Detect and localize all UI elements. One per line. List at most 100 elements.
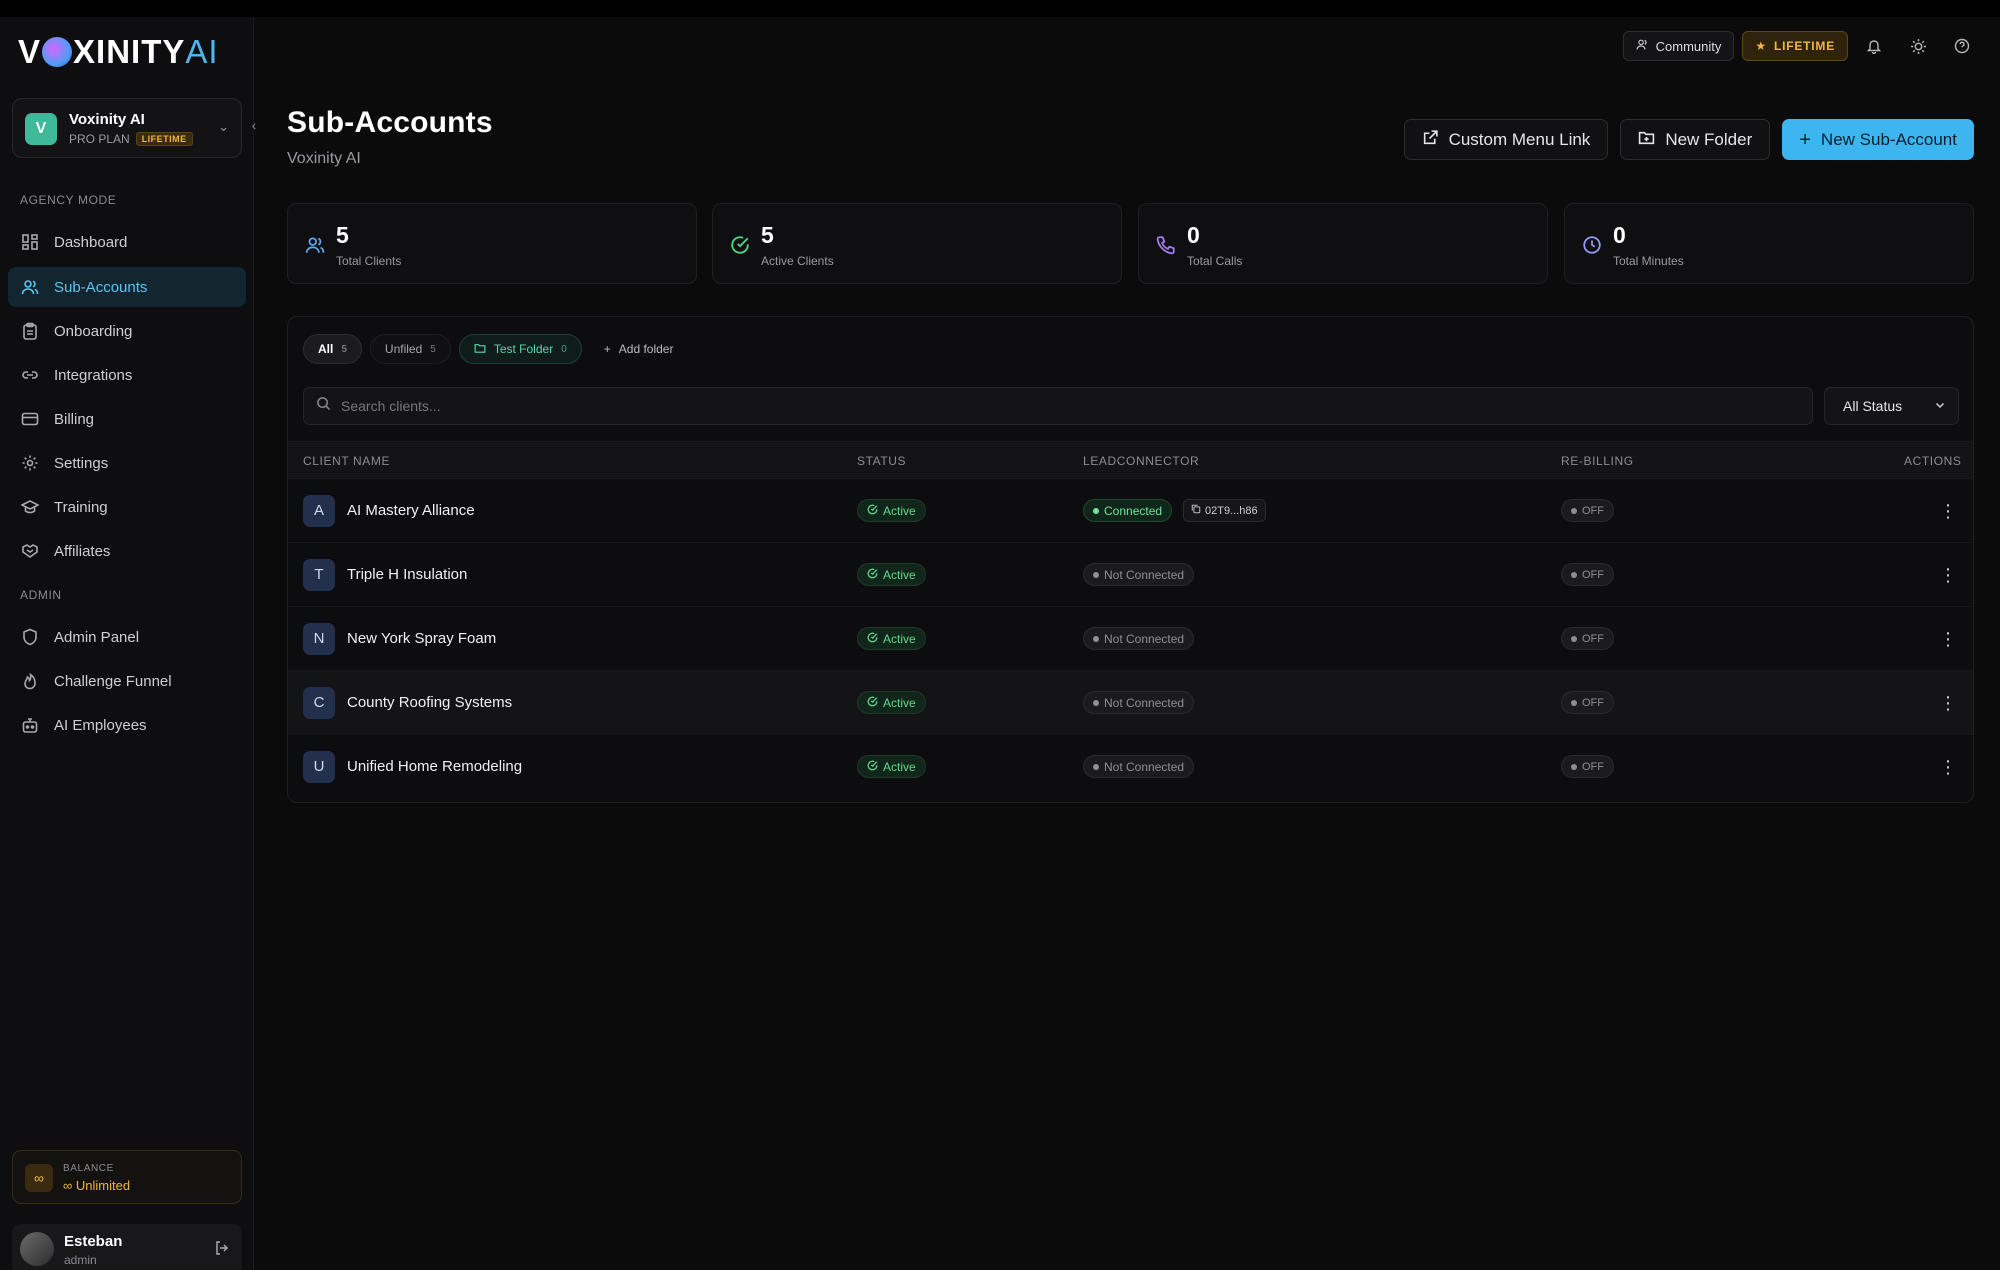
star-icon: ★ — [1755, 39, 1767, 53]
column-header-status[interactable]: STATUS — [857, 454, 906, 468]
phone-icon — [1155, 234, 1177, 256]
lifetime-badge-button[interactable]: ★ LIFETIME — [1742, 31, 1848, 61]
status-select-value: All Status — [1843, 398, 1903, 414]
client-name[interactable]: Unified Home Remodeling — [347, 758, 522, 775]
agency-mode-label: AGENCY MODE — [20, 193, 117, 207]
users-icon — [20, 277, 40, 297]
copy-icon — [1191, 504, 1201, 517]
status-filter-select[interactable]: All Status — [1824, 387, 1959, 425]
bell-icon[interactable] — [1856, 31, 1892, 61]
table-row[interactable]: N New York Spray Foam Active Not Connect… — [288, 607, 1973, 671]
stat-label: Total Clients — [336, 254, 402, 268]
rebilling-toggle[interactable]: OFF — [1561, 627, 1614, 650]
stat-value: 5 — [761, 222, 774, 248]
plan-badge: LIFETIME — [135, 132, 193, 146]
client-name[interactable]: AI Mastery Alliance — [347, 502, 475, 519]
table-row[interactable]: T Triple H Insulation Active Not Connect… — [288, 543, 1973, 607]
sidebar-item-label: Affiliates — [54, 542, 111, 560]
stat-label: Total Minutes — [1613, 254, 1684, 268]
tab-all[interactable]: All 5 — [303, 334, 362, 364]
tab-label: Test Folder — [493, 342, 554, 356]
table-header: CLIENT NAME STATUS LEADCONNECTOR RE-BILL… — [288, 441, 1973, 479]
collapse-sidebar-chevron-icon[interactable]: ‹ — [245, 116, 263, 134]
stat-total-calls: 0 Total Calls — [1138, 203, 1548, 284]
folder-plus-icon — [1638, 129, 1655, 151]
client-name[interactable]: County Roofing Systems — [347, 694, 512, 711]
column-header-rebilling[interactable]: RE-BILLING — [1561, 454, 1634, 468]
row-actions-menu-icon[interactable]: ⋮ — [1938, 691, 1958, 715]
column-header-client-name[interactable]: CLIENT NAME — [303, 454, 390, 468]
user-name: Esteban — [64, 1233, 123, 1250]
help-icon[interactable] — [1944, 31, 1980, 61]
stat-label: Total Calls — [1187, 254, 1243, 268]
tab-label: All — [318, 342, 334, 356]
button-label: Custom Menu Link — [1448, 129, 1591, 149]
tab-count: 5 — [341, 343, 347, 355]
column-header-leadconnector[interactable]: LEADCONNECTOR — [1083, 454, 1199, 468]
leadconnector-text: Not Connected — [1104, 631, 1185, 646]
sidebar-item-sub-accounts[interactable]: Sub-Accounts — [8, 267, 246, 307]
rebilling-toggle[interactable]: OFF — [1561, 691, 1614, 714]
sidebar-item-ai-employees[interactable]: AI Employees — [8, 705, 246, 745]
logout-icon[interactable] — [214, 1240, 230, 1260]
table-row[interactable]: C County Roofing Systems Active Not Conn… — [288, 671, 1973, 735]
client-name[interactable]: New York Spray Foam — [347, 630, 496, 647]
chevron-down-icon — [1934, 398, 1946, 414]
workspace-switcher[interactable]: V Voxinity AI PRO PLAN LIFETIME ⌄ — [12, 98, 242, 158]
workspace-plan: PRO PLAN LIFETIME — [69, 132, 193, 146]
table-row[interactable]: U Unified Home Remodeling Active Not Con… — [288, 735, 1973, 799]
client-avatar: U — [303, 751, 335, 783]
status-dot-icon — [1571, 763, 1577, 770]
balance-card: ∞ BALANCE ∞ Unlimited — [12, 1150, 242, 1204]
logo-brain-icon — [42, 37, 73, 67]
page-title: Sub-Accounts — [287, 106, 493, 139]
sidebar-item-training[interactable]: Training — [8, 487, 246, 527]
graduation-cap-icon — [20, 497, 40, 517]
sidebar-item-settings[interactable]: Settings — [8, 443, 246, 483]
sidebar-item-affiliates[interactable]: Affiliates — [8, 531, 246, 571]
community-button[interactable]: Community — [1622, 31, 1735, 61]
leadconnector-badge: Not Connected — [1083, 691, 1195, 714]
rebilling-toggle[interactable]: OFF — [1561, 499, 1614, 522]
user-card[interactable]: Esteban admin — [12, 1224, 242, 1270]
custom-menu-link-button[interactable]: Custom Menu Link — [1403, 119, 1609, 160]
plus-icon: + — [603, 342, 611, 356]
logo-letter: V — [18, 33, 42, 70]
search-input[interactable] — [341, 398, 1741, 414]
app-logo[interactable]: V XINITY AI — [18, 33, 219, 71]
row-actions-menu-icon[interactable]: ⋮ — [1938, 755, 1958, 779]
tab-unfiled[interactable]: Unfiled 5 — [369, 334, 451, 364]
row-actions-menu-icon[interactable]: ⋮ — [1938, 499, 1958, 523]
sidebar-item-onboarding[interactable]: Onboarding — [8, 311, 246, 351]
rebilling-toggle[interactable]: OFF — [1561, 755, 1614, 778]
table-row[interactable]: A AI Mastery Alliance Active Connected 0… — [288, 479, 1973, 543]
sun-icon[interactable] — [1900, 31, 1936, 61]
status-text: Active — [883, 631, 916, 646]
new-sub-account-button[interactable]: + New Sub-Account — [1782, 119, 1974, 160]
check-circle-icon — [867, 632, 878, 646]
search-box — [303, 387, 1813, 425]
status-dot-icon — [1093, 571, 1099, 578]
new-folder-button[interactable]: New Folder — [1620, 119, 1771, 160]
sidebar-item-label: Onboarding — [54, 322, 133, 340]
stat-total-minutes: 0 Total Minutes — [1564, 203, 1974, 284]
sidebar-item-integrations[interactable]: Integrations — [8, 355, 246, 395]
sidebar-item-billing[interactable]: Billing — [8, 399, 246, 439]
status-dot-icon — [1571, 699, 1577, 706]
row-actions-menu-icon[interactable]: ⋮ — [1938, 563, 1958, 587]
client-name[interactable]: Triple H Insulation — [347, 566, 467, 583]
rebilling-toggle[interactable]: OFF — [1561, 563, 1614, 586]
status-dot-icon — [1093, 635, 1099, 642]
sidebar-item-challenge-funnel[interactable]: Challenge Funnel — [8, 661, 246, 701]
sidebar-item-label: Admin Panel — [54, 628, 140, 646]
tab-test-folder[interactable]: Test Folder 0 — [458, 334, 582, 364]
sidebar-item-admin-panel[interactable]: Admin Panel — [8, 617, 246, 657]
rebilling-text: OFF — [1582, 632, 1604, 645]
status-text: Active — [883, 759, 916, 774]
sidebar-item-dashboard[interactable]: Dashboard — [8, 222, 246, 262]
add-folder-button[interactable]: + Add folder — [590, 334, 688, 364]
balance-value-text: Unlimited — [75, 1178, 131, 1193]
status-text: Active — [883, 567, 916, 582]
row-actions-menu-icon[interactable]: ⋮ — [1938, 627, 1958, 651]
location-id-copy-chip[interactable]: 02T9...h86 — [1183, 499, 1266, 522]
